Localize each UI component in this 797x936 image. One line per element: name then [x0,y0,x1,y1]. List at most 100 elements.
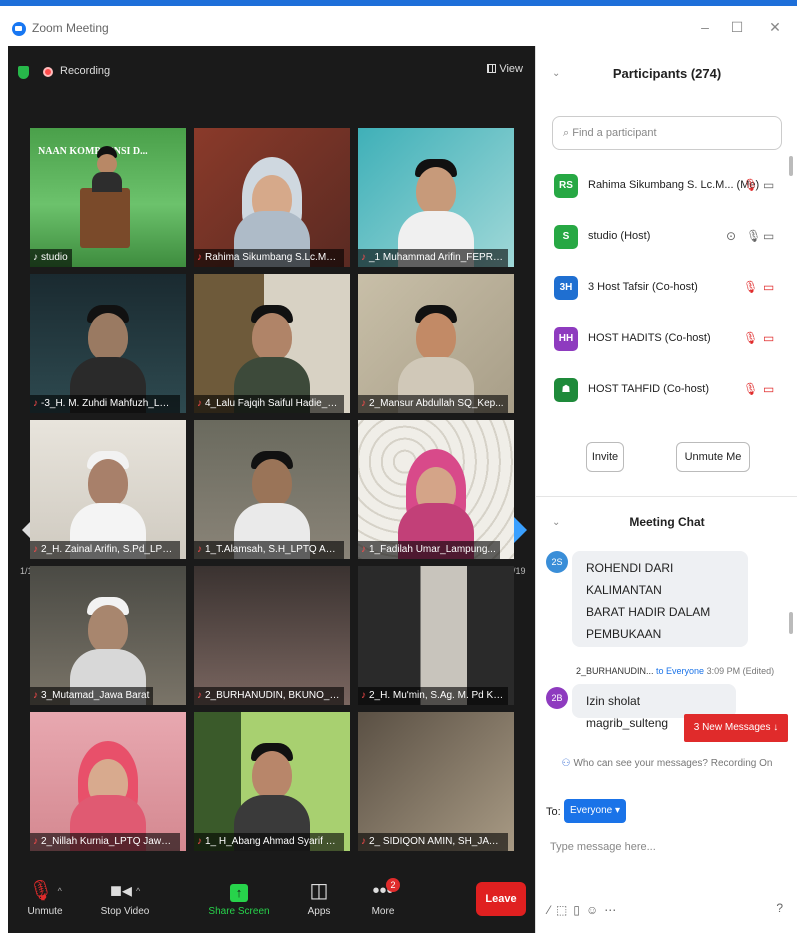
participant-name-tag: ♪ 2_BURHANUDIN, BKUNO_S... [194,687,344,705]
video-tile[interactable]: ♪ 2_H. Zainal Arifin, S.Pd_LPTQ... [30,420,186,559]
side-panel: ⌄ Participants (274) ⌕ Find a participan… [535,46,797,933]
chat-message-meta: 2_BURHANUDIN... to Everyone 3:09 PM (Edi… [576,666,774,676]
next-page-arrow-icon[interactable] [513,516,527,544]
participant-name-tag: ♪ 2_Nillah Kurnia_LPTQ Jawa ... [30,833,180,851]
file-icon[interactable]: ▯ [573,903,586,917]
chat-message-line: PEMBUKAAN [586,627,662,641]
unmute-button[interactable]: 🎙︎ ^ Unmute [10,876,80,917]
participant-name-tag: ♪ 2_ SIDIQON AMIN, SH_JAW... [358,833,508,851]
video-tile[interactable]: ♪ 2_Mansur Abdullah SQ_Kep... [358,274,514,413]
chevron-up-icon[interactable]: ^ [136,886,140,896]
mic-muted-icon: ♪ [197,252,202,263]
participant-name-tag: ♪ 1_Fadilah Umar_Lampung... [358,541,500,559]
leave-button[interactable]: Leave [476,882,526,916]
apps-button[interactable]: ◫ Apps [284,876,354,917]
video-tile[interactable]: ♪ 1_T.Alamsah, S.H_LPTQ Aceh [194,420,350,559]
share-screen-button[interactable]: ↑ Share Screen [204,876,274,917]
participant-name: 2_H. Zainal Arifin, S.Pd_LPTQ... [41,544,180,555]
participant-name-tag: ♪ 4_Lalu Fajqih Saiful Hadie_LP... [194,395,344,413]
participant-name: Rahima Sikumbang S. Lc.M... (Me) [588,179,760,191]
view-label: View [499,63,523,75]
chevron-up-icon[interactable]: ^ [58,886,62,896]
recording-icon [43,67,53,77]
video-camera-icon: ■◂ [109,880,132,902]
mic-muted-icon[interactable]: 🎙︎ [743,178,758,192]
participant-search-input[interactable]: ⌕ Find a participant [552,116,782,150]
participant-row[interactable]: HH HOST HADITS (Co-host) 🎙︎ ▭ [536,317,797,368]
chat-sender[interactable]: 2_BURHANUDIN... [576,666,654,676]
mic-muted-icon[interactable]: 🎙︎ [743,331,758,345]
more-icon[interactable]: ⋯ [604,903,622,917]
video-tile[interactable]: ♪ 3_Mutamad_Jawa Barat [30,566,186,705]
who-can-see-link[interactable]: ⚇ Who can see your messages? Recording On [536,758,797,769]
mic-muted-icon: ♪ [33,544,38,555]
video-tile[interactable]: ♪ Rahima Sikumbang S.Lc.MA... [194,128,350,267]
minimize-button[interactable]: – [695,19,715,35]
stop-video-button[interactable]: ■◂ ^ Stop Video [90,876,160,917]
participant-name: studio [41,252,68,263]
recipient-dropdown[interactable]: Everyone ▾ [564,799,626,823]
unmute-label: Unmute [27,906,63,917]
participant-row[interactable]: 3H 3 Host Tafsir (Co-host) 🎙︎ ▭ [536,266,797,317]
mic-muted-icon[interactable]: 🎙︎ [743,382,758,396]
participant-name: 1_T.Alamsah, S.H_LPTQ Aceh [205,544,342,555]
participant-row[interactable]: RS Rahima Sikumbang S. Lc.M... (Me) 🎙︎ ▭ [536,164,797,215]
people-icon: ⚇ [561,758,571,769]
participants-title: Participants (274) [612,66,722,81]
mic-icon[interactable]: 🎙︎ [746,229,761,243]
video-tile[interactable]: ♪ _1 Muhammad Arifin_FEPRI... [358,128,514,267]
participant-name-tag: ♪ -3_H. M. Zuhdi Mahfuzh_LPT... [30,395,180,413]
video-off-icon[interactable]: ▭ [763,331,774,345]
chat-recipient: to Everyone [656,666,705,676]
video-top-bar: Recording View [8,46,535,86]
participants-list: RS Rahima Sikumbang S. Lc.M... (Me) 🎙︎ ▭… [536,164,797,419]
maximize-button[interactable]: ☐ [727,19,747,36]
close-button[interactable]: ✕ [765,19,785,36]
participant-figure [232,733,312,851]
participant-row[interactable]: ☗ HOST TAHFID (Co-host) 🎙︎ ▭ [536,368,797,419]
mic-muted-icon: ♪ [197,690,202,701]
video-off-icon[interactable]: ▭ [763,382,774,396]
video-tile[interactable]: ♪ 1_ H_Abang Ahmad Syarif S... [194,712,350,851]
notification-badge: 2 [386,878,400,892]
more-button[interactable]: ••• 2 More [348,876,418,917]
video-tile[interactable]: ♪ 2_H. Mu'min, S.Ag. M. Pd Ka... [358,566,514,705]
video-tile[interactable]: ♪ -3_H. M. Zuhdi Mahfuzh_LPT... [30,274,186,413]
video-camera-icon[interactable]: ▭ [763,229,774,243]
video-camera-icon[interactable]: ▭ [763,178,774,192]
meeting-toolbar: 🎙︎ ^ Unmute ■◂ ^ Stop Video ↑ Share Screen… [8,866,535,933]
unmute-me-button[interactable]: Unmute Me [676,442,750,472]
new-messages-button[interactable]: 3 New Messages ↓ [684,714,788,742]
format-icon[interactable]: ⁄ [548,903,556,917]
video-tile[interactable]: ♪ 2_Nillah Kurnia_LPTQ Jawa ... [30,712,186,851]
video-off-icon[interactable]: ▭ [763,280,774,294]
participant-row[interactable]: S studio (Host) ⊙ 🎙︎ ▭ [536,215,797,266]
video-tile[interactable]: ♪ 2_ SIDIQON AMIN, SH_JAW... [358,712,514,851]
participant-name: -3_H. M. Zuhdi Mahfuzh_LPT... [41,398,180,409]
chat-message-input[interactable]: Type message here... [550,841,656,853]
participant-figure [68,587,148,705]
emoji-icon[interactable]: ☺ [586,903,604,917]
chat-scrollbar[interactable] [789,612,793,634]
avatar: HH [554,327,578,351]
video-tile[interactable]: ♪ 2_BURHANUDIN, BKUNO_S... [194,566,350,705]
share-screen-label: Share Screen [208,906,270,917]
screenshot-icon[interactable]: ⬚ [556,903,573,917]
view-button[interactable]: View [487,63,523,75]
mic-muted-icon[interactable]: 🎙︎ [743,280,758,294]
invite-button[interactable]: Invite [586,442,624,472]
to-label: To: [546,806,561,818]
share-screen-icon: ↑ [230,884,248,902]
search-icon: ⌕ [563,127,573,139]
participant-figure [232,295,312,413]
help-icon[interactable]: ? [776,901,783,915]
screen-share-icon: ⊙ [726,229,737,243]
participant-name: HOST TAHFID (Co-host) [588,383,710,395]
video-tile[interactable]: ♪ 4_Lalu Fajqih Saiful Hadie_LP... [194,274,350,413]
participant-name: 2_ SIDIQON AMIN, SH_JAW... [369,836,506,847]
video-tile[interactable]: NAAN KOMP...ENSI D... ♪ studio [30,128,186,267]
security-shield-icon[interactable] [18,66,29,79]
video-area: Recording View 1/19 1/19 NAAN KOMP...ENS… [8,46,535,933]
video-tile[interactable]: ♪ 1_Fadilah Umar_Lampung... [358,420,514,559]
participant-name: studio (Host) [588,230,651,242]
